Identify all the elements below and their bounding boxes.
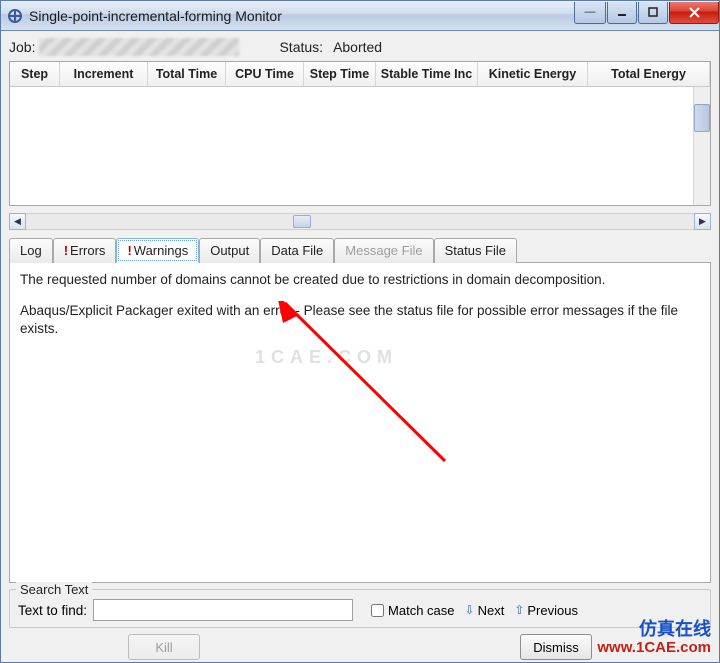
- col-kinetic-energy[interactable]: Kinetic Energy: [478, 62, 588, 86]
- minimize-button[interactable]: [607, 2, 637, 24]
- col-step[interactable]: Step: [10, 62, 60, 86]
- table-horizontal-scrollbar[interactable]: ◀ ▶: [9, 212, 711, 230]
- status-value: Aborted: [333, 39, 382, 55]
- app-icon: [7, 8, 23, 24]
- status-label: Status:: [279, 39, 323, 55]
- error-bang-icon: !: [64, 243, 68, 258]
- tab-output[interactable]: Output: [199, 238, 260, 263]
- content-area: Job: Status: Aborted Step Increment Tota…: [1, 31, 719, 662]
- match-case-label: Match case: [388, 603, 454, 618]
- search-input[interactable]: [93, 599, 353, 621]
- message-pane[interactable]: The requested number of domains cannot b…: [9, 262, 711, 583]
- search-section: Search Text Text to find: Match case ⇩Ne…: [9, 589, 711, 628]
- close-button[interactable]: [669, 2, 719, 24]
- find-label: Text to find:: [18, 603, 87, 618]
- titlebar[interactable]: Single-point-incremental-forming Monitor…: [1, 1, 719, 31]
- tab-status-file[interactable]: Status File: [434, 238, 517, 263]
- maximize-button[interactable]: [638, 2, 668, 24]
- increments-table: Step Increment Total Time CPU Time Step …: [9, 61, 711, 206]
- col-total-energy[interactable]: Total Energy: [588, 62, 710, 86]
- table-header-row: Step Increment Total Time CPU Time Step …: [10, 62, 710, 87]
- scroll-track[interactable]: [26, 213, 694, 230]
- job-name-redacted: [39, 38, 239, 56]
- next-label: Next: [478, 603, 505, 618]
- col-stable-time-inc[interactable]: Stable Time Inc: [376, 62, 478, 86]
- col-cpu-time[interactable]: CPU Time: [226, 62, 304, 86]
- next-button[interactable]: ⇩Next: [465, 603, 505, 618]
- previous-button[interactable]: ⇧Previous: [514, 603, 578, 618]
- scroll-right-button[interactable]: ▶: [694, 213, 711, 230]
- tab-warnings[interactable]: !Warnings: [116, 238, 199, 263]
- monitor-window: Single-point-incremental-forming Monitor…: [0, 0, 720, 663]
- dismiss-button[interactable]: Dismiss: [520, 634, 592, 660]
- scroll-left-button[interactable]: ◀: [9, 213, 26, 230]
- message-line-1: The requested number of domains cannot b…: [20, 271, 700, 289]
- bottom-button-row: Kill Dismiss: [9, 628, 711, 660]
- job-label: Job:: [9, 39, 35, 55]
- tab-log[interactable]: Log: [9, 238, 53, 263]
- message-line-2: Abaqus/Explicit Packager exited with an …: [20, 302, 700, 338]
- help-button[interactable]: —: [574, 2, 606, 24]
- scroll-thumb[interactable]: [293, 215, 311, 228]
- col-increment[interactable]: Increment: [60, 62, 148, 86]
- window-title: Single-point-incremental-forming Monitor: [29, 8, 573, 24]
- previous-label: Previous: [527, 603, 578, 618]
- window-controls: —: [573, 2, 719, 24]
- col-total-time[interactable]: Total Time: [148, 62, 226, 86]
- next-icon: ⇩: [465, 603, 475, 617]
- search-legend: Search Text: [16, 582, 92, 597]
- kill-button: Kill: [128, 634, 200, 660]
- job-status-row: Job: Status: Aborted: [9, 35, 711, 59]
- previous-icon: ⇧: [514, 603, 524, 617]
- message-tabs: Log !Errors !Warnings Output Data File M…: [9, 238, 711, 263]
- col-step-time[interactable]: Step Time: [304, 62, 376, 86]
- tab-data-file[interactable]: Data File: [260, 238, 334, 263]
- tab-errors-label: Errors: [70, 243, 105, 258]
- tab-warnings-label: Warnings: [134, 243, 188, 258]
- tab-errors[interactable]: !Errors: [53, 238, 117, 263]
- match-case-checkbox[interactable]: [371, 604, 384, 617]
- warning-bang-icon: !: [127, 243, 131, 258]
- watermark-text: 1CAE.COM: [255, 345, 398, 369]
- table-vertical-scrollbar[interactable]: [693, 87, 710, 205]
- table-body: [10, 87, 710, 205]
- tab-message-file: Message File: [334, 238, 433, 263]
